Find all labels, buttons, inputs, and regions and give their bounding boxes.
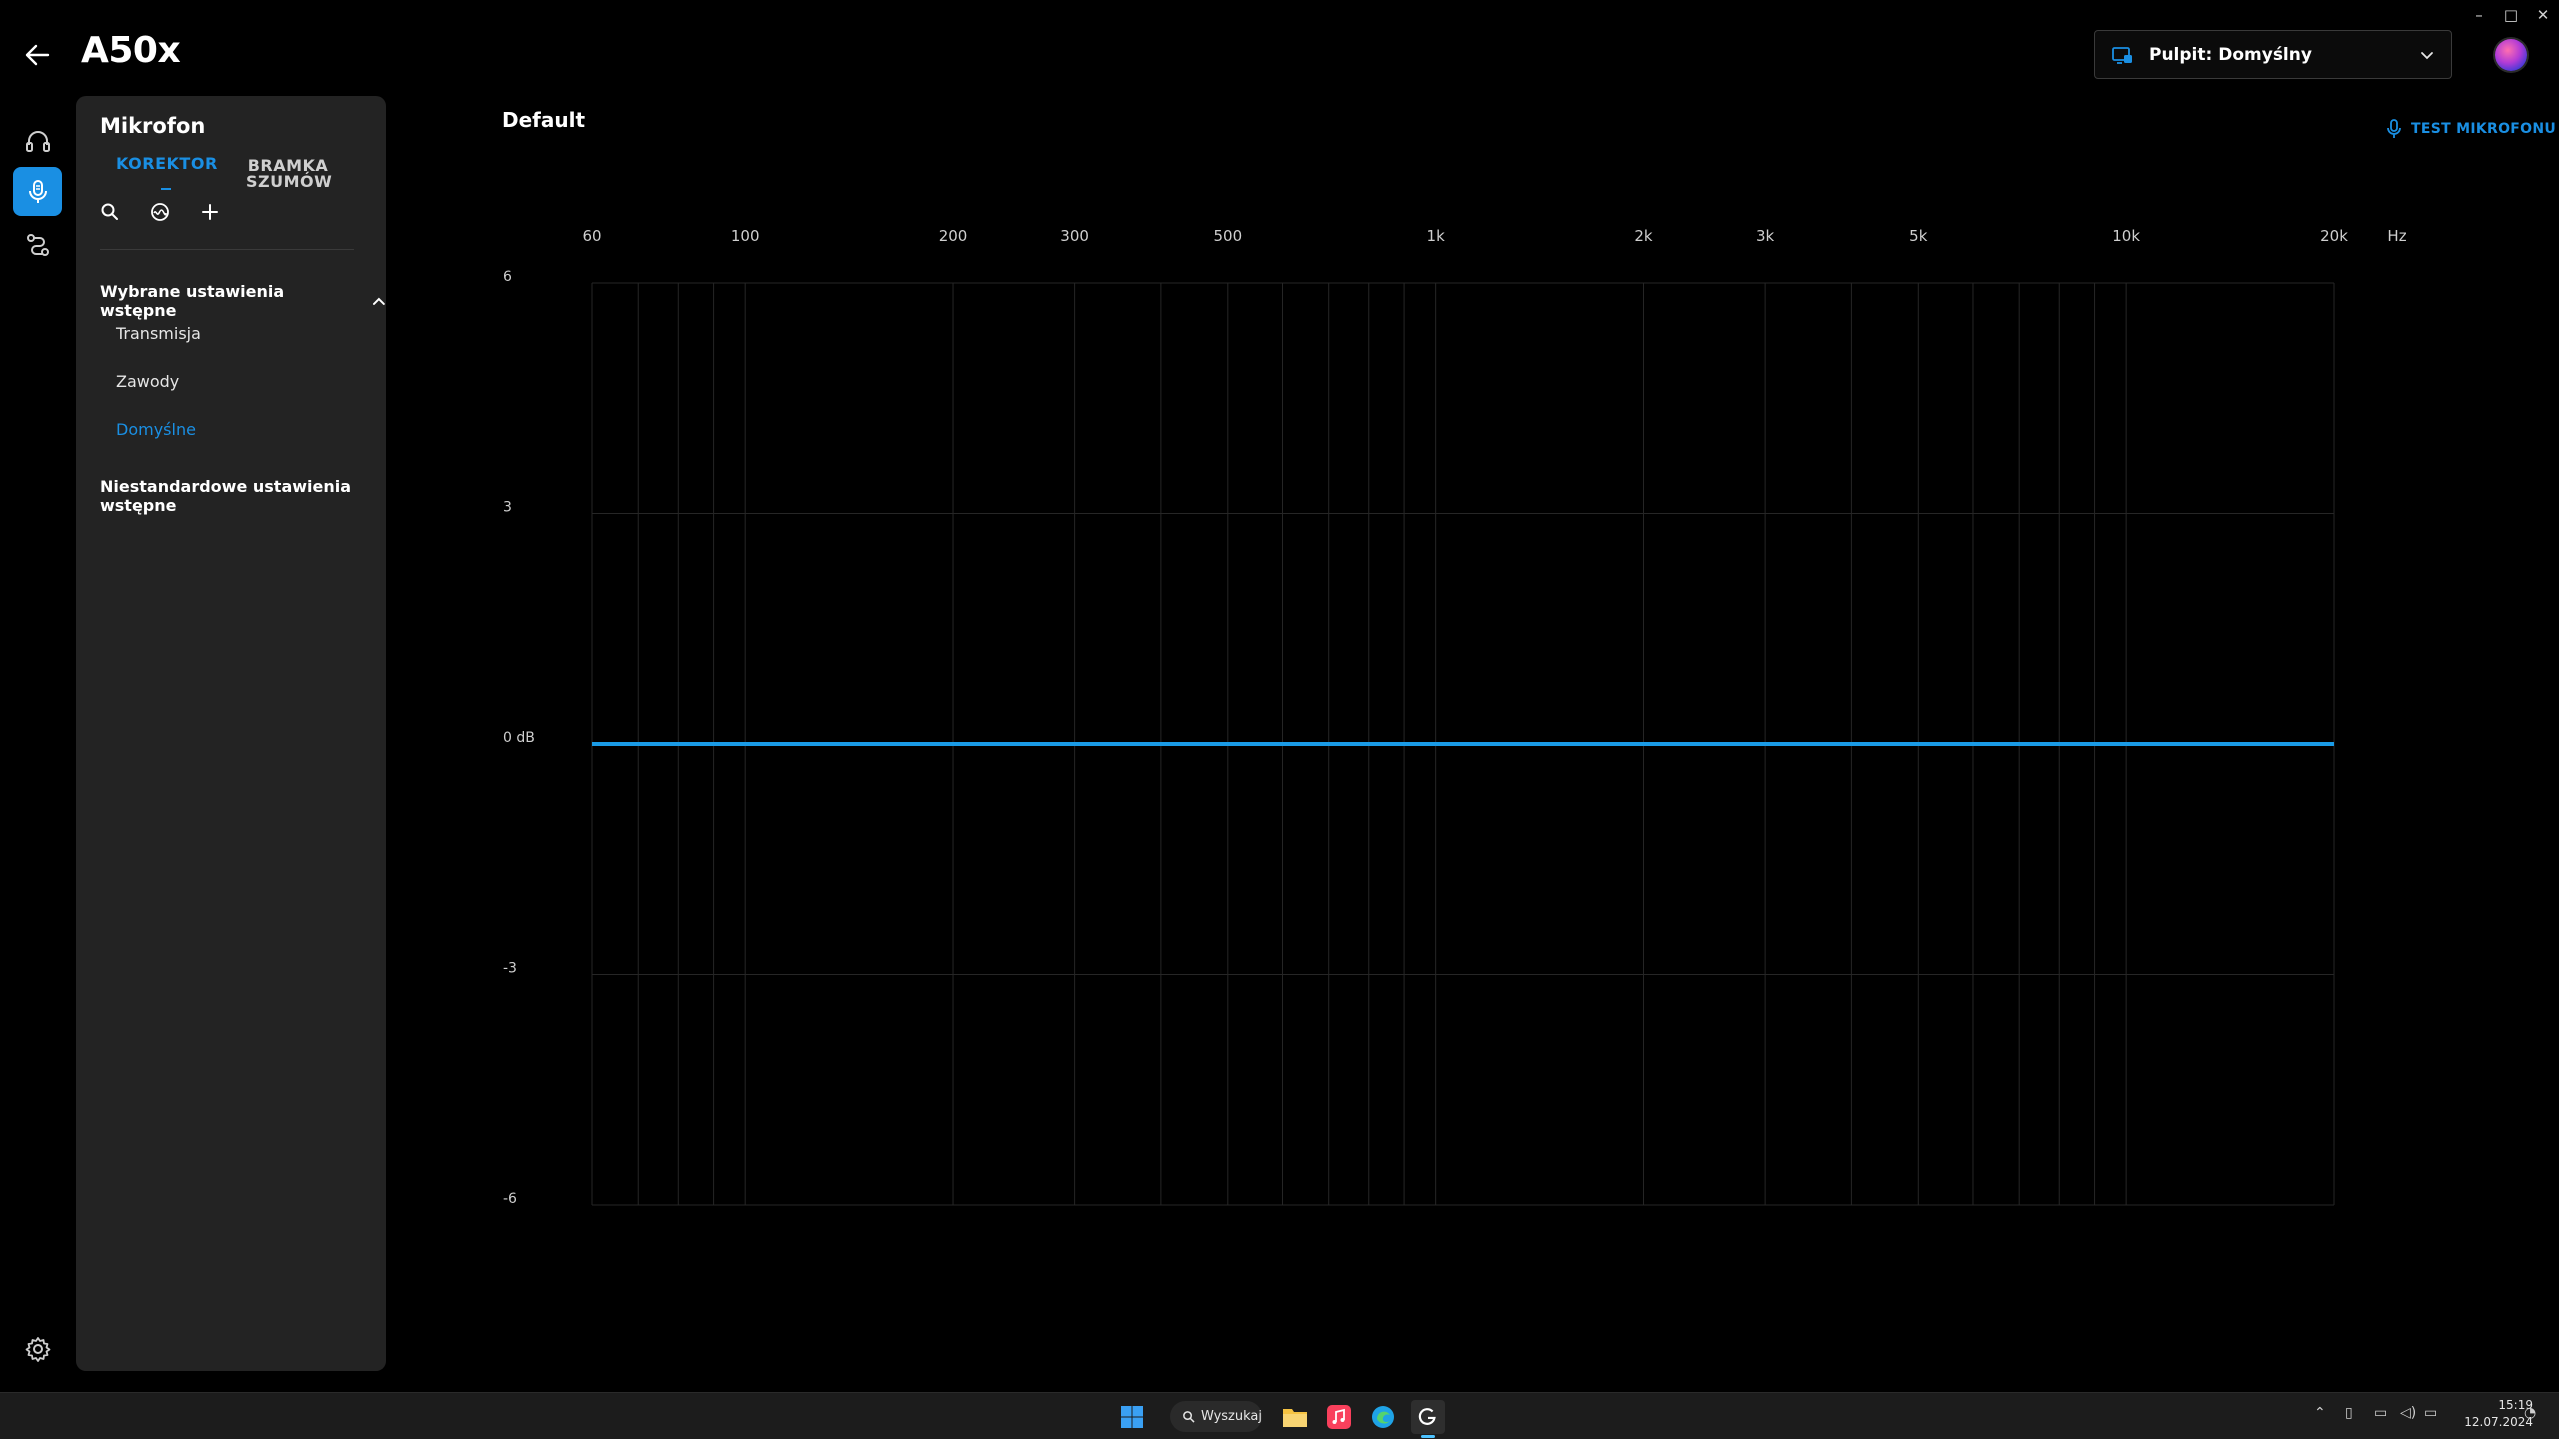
clock-date: 12.07.2024: [2464, 1415, 2533, 1429]
equalizer-chart[interactable]: 60 100 200 300 500 1k 2k 3k 5k 10k 20k Hz 6 3 0 dB -3 -…: [0, 0, 2559, 1300]
x-tick-label: 500: [1213, 227, 1242, 245]
chevron-up-tray-icon[interactable]: ⌃: [2314, 1405, 2326, 1421]
taskbar: Wyszukaj ⌃ ▯ ▭ ◁) ▭ 15:19 12.07.2024 ◔: [0, 1392, 2559, 1439]
windows-icon: [1121, 1406, 1143, 1428]
gear-icon: [25, 1337, 51, 1362]
x-tick-label: 3k: [1756, 227, 1775, 245]
network-icon[interactable]: ▭: [2374, 1405, 2387, 1421]
x-tick-label: 10k: [2112, 227, 2140, 245]
x-tick-label: 200: [939, 227, 968, 245]
x-tick-label: 20k: [2320, 227, 2348, 245]
taskbar-edge[interactable]: [1366, 1400, 1400, 1434]
taskbar-ghub[interactable]: [1411, 1400, 1445, 1434]
x-tick-label: 300: [1060, 227, 1089, 245]
y-tick-label: 3: [503, 500, 512, 516]
start-button[interactable]: [1115, 1400, 1149, 1434]
search-icon: [1183, 1411, 1195, 1423]
edge-browser-icon: [1372, 1406, 1394, 1428]
logitech-g-icon: [1418, 1408, 1436, 1425]
gain-axis: 6 3 0 dB -3 -6: [503, 269, 535, 1207]
taskbar-search[interactable]: Wyszukaj: [1170, 1401, 1262, 1432]
x-tick-label: 1k: [1427, 227, 1446, 245]
y-tick-label: -6: [503, 1191, 517, 1207]
x-tick-label: 100: [731, 227, 760, 245]
volume-icon[interactable]: ◁): [2400, 1405, 2416, 1421]
settings-button[interactable]: [21, 1332, 55, 1366]
battery-icon[interactable]: ▭: [2424, 1405, 2437, 1421]
clock-time: 15:19: [2498, 1398, 2533, 1412]
x-tick-label: 5k: [1909, 227, 1928, 245]
x-tick-label: 2k: [1634, 227, 1653, 245]
x-unit-label: Hz: [2387, 227, 2406, 245]
x-tick-label: 60: [582, 227, 601, 245]
folder-icon: [1283, 1409, 1307, 1427]
taskbar-music[interactable]: [1322, 1400, 1356, 1434]
music-app-icon: [1327, 1405, 1351, 1429]
notification-bell-icon[interactable]: ◔: [2524, 1405, 2536, 1421]
active-app-indicator: [1421, 1435, 1435, 1438]
y-tick-label: 6: [503, 269, 512, 285]
frequency-axis: 60 100 200 300 500 1k 2k 3k 5k 10k 20k Hz: [582, 227, 2406, 245]
usb-icon[interactable]: ▯: [2345, 1405, 2353, 1421]
y-tick-label: 0 dB: [503, 730, 535, 746]
taskbar-search-label: Wyszukaj: [1200, 1409, 1262, 1424]
clock[interactable]: 15:19 12.07.2024: [2455, 1397, 2533, 1431]
taskbar-explorer[interactable]: [1278, 1400, 1312, 1434]
y-tick-label: -3: [503, 961, 517, 977]
